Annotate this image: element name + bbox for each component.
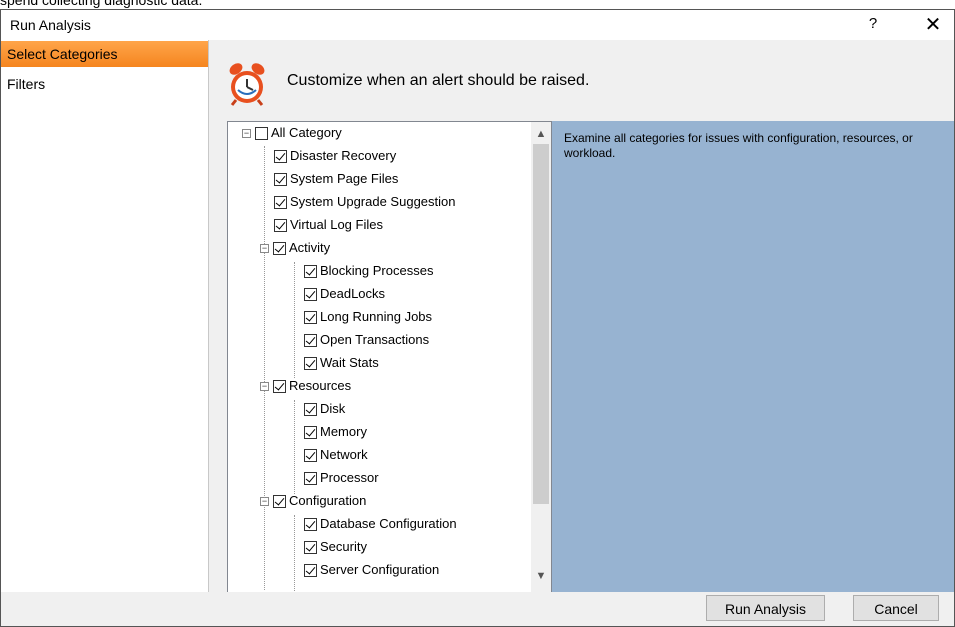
tree-item-label: Security — [320, 539, 367, 554]
collapse-icon[interactable]: − — [260, 243, 269, 253]
tree-item-label: System Upgrade Suggestion — [290, 194, 456, 209]
sidebar-item-filters[interactable]: Filters — [1, 71, 208, 97]
checkbox[interactable] — [255, 126, 268, 140]
tree-item-label: DeadLocks — [320, 286, 386, 301]
tree-item-label: Virtual Log Files — [290, 217, 383, 232]
checkbox[interactable] — [304, 287, 317, 301]
tree-item-label: Network — [320, 447, 368, 462]
tree-item-all-category[interactable]: − All Category — [242, 122, 342, 144]
tree-item-label: Activity — [289, 240, 331, 255]
tree-item-resources[interactable]: − Resources — [260, 375, 351, 397]
cancel-button[interactable]: Cancel — [853, 595, 939, 621]
sidebar-item-select-categories[interactable]: Select Categories — [1, 41, 208, 67]
checkbox[interactable] — [274, 172, 287, 186]
checkbox[interactable] — [304, 471, 317, 485]
run-analysis-button[interactable]: Run Analysis — [706, 595, 825, 621]
tree-item-open-transactions[interactable]: Open Transactions — [304, 329, 429, 351]
category-tree[interactable]: − All Category Disaster Recovery System … — [227, 121, 552, 592]
tree-item-blocking-processes[interactable]: Blocking Processes — [304, 260, 433, 282]
tree-item-label: Open Transactions — [320, 332, 430, 347]
tree-item-label: Long Running Jobs — [320, 309, 433, 324]
alarm-clock-icon — [229, 63, 265, 106]
tree-item-security[interactable]: Security — [304, 536, 367, 558]
tree-item-memory[interactable]: Memory — [304, 421, 367, 443]
tree-item-network[interactable]: Network — [304, 444, 368, 466]
checkbox[interactable] — [304, 517, 317, 531]
scroll-down-icon[interactable]: ▼ — [531, 570, 551, 582]
checkbox[interactable] — [304, 333, 317, 347]
checkbox[interactable] — [304, 310, 317, 324]
checkbox[interactable] — [274, 149, 287, 163]
description-pane: Examine all categories for issues with c… — [552, 121, 954, 592]
tree-item-system-page-files[interactable]: System Page Files — [274, 168, 398, 190]
close-button[interactable]: ✕ — [919, 13, 947, 37]
tree-item-label: Server Configuration — [320, 562, 440, 577]
tree-item-system-upgrade-suggestion[interactable]: System Upgrade Suggestion — [274, 191, 455, 213]
tree-item-label: Resources — [289, 378, 352, 393]
tree-item-label: System Page Files — [290, 171, 399, 186]
checkbox[interactable] — [304, 402, 317, 416]
scroll-thumb[interactable] — [533, 144, 549, 504]
checkbox[interactable] — [273, 241, 286, 255]
tree-connector — [294, 262, 295, 378]
tree-item-label: Blocking Processes — [320, 263, 434, 278]
tree-connector — [264, 146, 265, 390]
tree-item-label: All Category — [271, 125, 342, 140]
collapse-icon[interactable]: − — [260, 496, 269, 506]
tree-item-label: Database Configuration — [320, 516, 457, 531]
checkbox[interactable] — [304, 540, 317, 554]
page-header: Customize when an alert should be raised… — [287, 72, 590, 89]
help-button[interactable]: ? — [861, 15, 885, 35]
tree-item-disaster-recovery[interactable]: Disaster Recovery — [274, 145, 396, 167]
scroll-up-icon[interactable]: ▲ — [531, 128, 551, 140]
tree-item-virtual-log-files[interactable]: Virtual Log Files — [274, 214, 383, 236]
title-bar: Run Analysis ? ✕ — [1, 10, 954, 40]
tree-item-processor[interactable]: Processor — [304, 467, 379, 489]
checkbox[interactable] — [273, 494, 286, 508]
collapse-icon[interactable]: − — [242, 128, 251, 138]
tree-item-database-configuration[interactable]: Database Configuration — [304, 513, 457, 535]
tree-item-label: Configuration — [289, 493, 367, 508]
tree-item-wait-stats[interactable]: Wait Stats — [304, 352, 379, 374]
tree-item-disk[interactable]: Disk — [304, 398, 345, 420]
tree-item-long-running-jobs[interactable]: Long Running Jobs — [304, 306, 432, 328]
checkbox[interactable] — [304, 563, 317, 577]
checkbox[interactable] — [273, 379, 286, 393]
checkbox[interactable] — [274, 195, 287, 209]
tree-item-label: Disaster Recovery — [290, 148, 397, 163]
tree-item-configuration[interactable]: − Configuration — [260, 490, 366, 512]
tree-item-label: Processor — [320, 470, 379, 485]
window-title: Run Analysis — [10, 17, 91, 33]
tree-item-server-configuration[interactable]: Server Configuration — [304, 559, 439, 581]
checkbox[interactable] — [304, 356, 317, 370]
tree-item-deadlocks[interactable]: DeadLocks — [304, 283, 385, 305]
checkbox[interactable] — [274, 218, 287, 232]
collapse-icon[interactable]: − — [260, 381, 269, 391]
tree-item-activity[interactable]: − Activity — [260, 237, 330, 259]
tree-item-label: Memory — [320, 424, 367, 439]
dialog-footer: Run Analysis Cancel — [1, 592, 954, 626]
checkbox[interactable] — [304, 264, 317, 278]
background-text: spend collecting diagnostic data. — [0, 0, 203, 8]
tree-item-label: Wait Stats — [320, 355, 379, 370]
tree-connector — [294, 400, 295, 494]
tree-item-label: Disk — [320, 401, 346, 416]
tree-connector — [294, 515, 295, 592]
tree-scrollbar[interactable]: ▲ ▼ — [531, 122, 551, 592]
sidebar: Select Categories Filters — [1, 40, 209, 592]
checkbox[interactable] — [304, 448, 317, 462]
description-text: Examine all categories for issues with c… — [564, 131, 913, 160]
main-panel: Customize when an alert should be raised… — [209, 40, 954, 592]
run-analysis-dialog: Run Analysis ? ✕ Select Categories Filte… — [0, 9, 955, 627]
checkbox[interactable] — [304, 425, 317, 439]
